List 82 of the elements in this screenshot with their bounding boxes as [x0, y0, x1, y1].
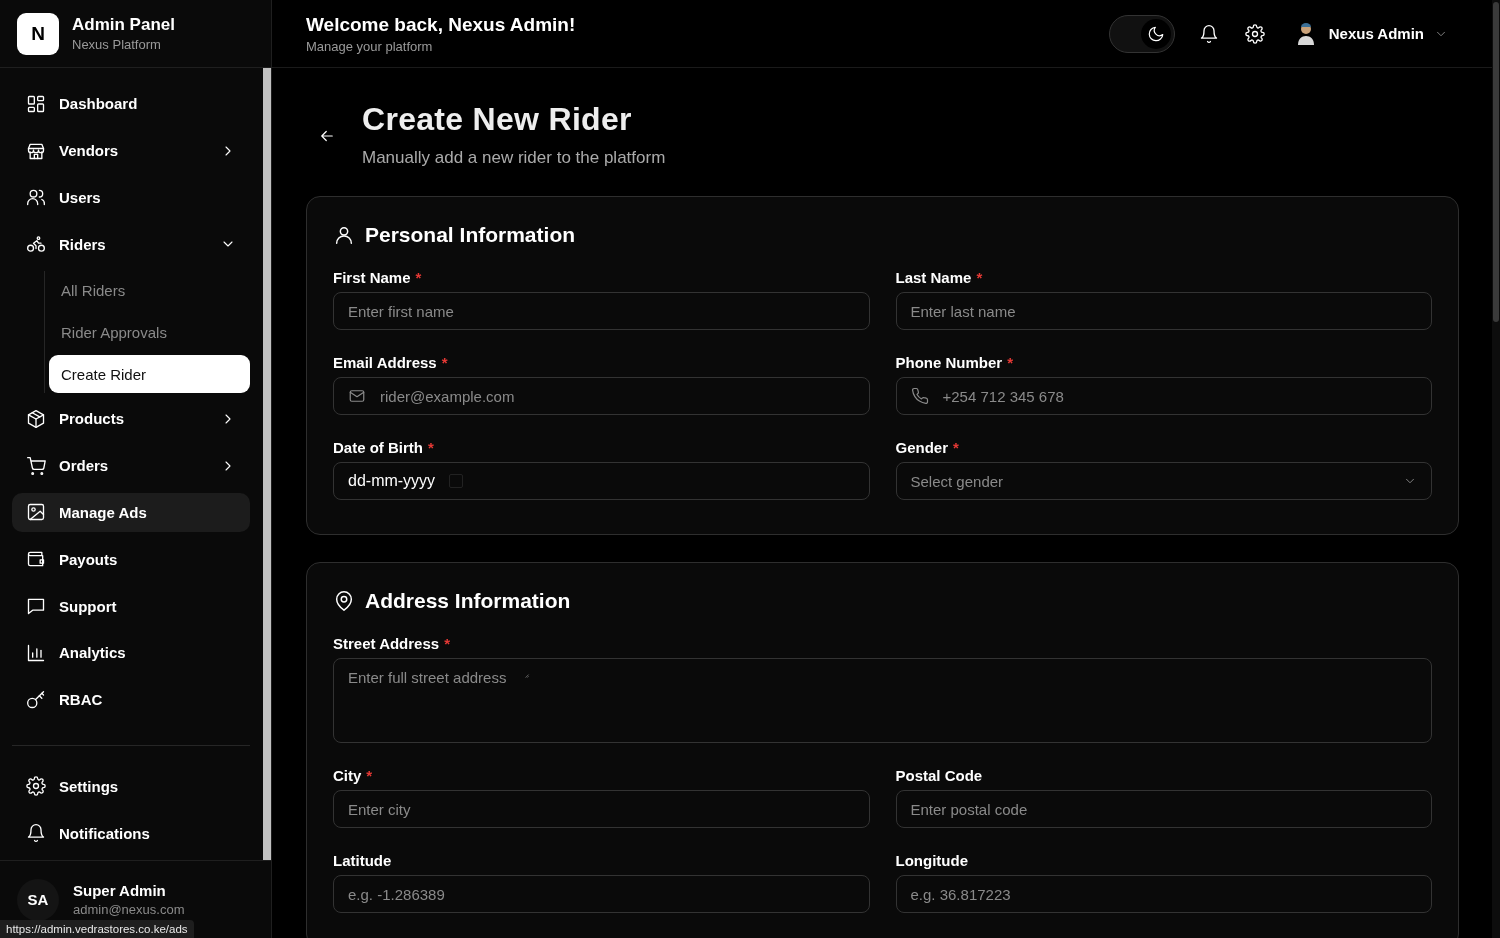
- input-field[interactable]: e.g. 36.817223: [895, 875, 1432, 913]
- map-pin-icon: [333, 590, 355, 612]
- required-asterisk: *: [953, 439, 959, 456]
- bell-icon: [1198, 23, 1219, 44]
- field-label: Phone Number: [895, 354, 1003, 371]
- input-field[interactable]: Enter city: [333, 790, 870, 828]
- dashboard-icon: [26, 93, 46, 114]
- sidebar-item[interactable]: Support: [12, 586, 250, 626]
- brand-title: Admin Panel: [72, 15, 175, 35]
- field-label: Postal Code: [895, 767, 983, 784]
- input-field[interactable]: Enter first name: [333, 292, 870, 330]
- phone-icon: [910, 387, 929, 405]
- field-label: Latitude: [333, 852, 392, 869]
- required-asterisk: *: [366, 767, 373, 784]
- settings-icon: [26, 776, 46, 797]
- sidebar-item[interactable]: Users: [12, 177, 250, 218]
- input-field[interactable]: +254 712 345 678: [895, 377, 1432, 415]
- status-url: https://admin.vedrastores.co.ke/ads: [0, 920, 194, 938]
- theme-toggle[interactable]: [1108, 14, 1175, 53]
- sidebar-item[interactable]: Vendors: [12, 130, 250, 171]
- bicycle-icon: [26, 234, 46, 255]
- sidebar-item[interactable]: Manage Ads: [12, 492, 250, 533]
- page-title: Create New Rider: [362, 101, 633, 138]
- bar-chart-icon: [26, 642, 46, 663]
- cart-icon: [26, 455, 46, 476]
- logo: N: [17, 12, 59, 55]
- field-label: Longitude: [895, 852, 968, 869]
- required-asterisk: *: [1007, 354, 1014, 371]
- input-field[interactable]: Enter last name: [895, 292, 1432, 330]
- sidebar-item[interactable]: Orders: [12, 445, 250, 486]
- sidebar-item[interactable]: Dashboard: [12, 84, 250, 124]
- sidebar-item[interactable]: Payouts: [12, 539, 250, 580]
- scrollbar[interactable]: [1492, 0, 1500, 938]
- avatar: SA: [17, 878, 59, 921]
- required-asterisk: *: [428, 439, 434, 456]
- welcome-subtitle: Manage your platform: [306, 38, 434, 54]
- date-field[interactable]: dd-mm-yyyy: [333, 462, 870, 500]
- user-email: admin@nexus.com: [73, 902, 185, 917]
- bell-icon: [26, 823, 46, 844]
- mail-icon: [348, 387, 366, 405]
- calendar-icon: [449, 474, 464, 488]
- moon-icon: [1146, 24, 1165, 43]
- sidebar-item[interactable]: Analytics: [12, 632, 250, 673]
- user-menu[interactable]: Nexus Admin: [1284, 20, 1456, 47]
- sidebar-subitem[interactable]: Create Rider: [49, 355, 250, 394]
- sidebar-item[interactable]: Products: [12, 399, 250, 439]
- required-asterisk: *: [441, 354, 448, 371]
- chat-icon: [26, 596, 46, 616]
- select-field[interactable]: Select gender: [895, 462, 1432, 500]
- sidebar-item[interactable]: Riders: [12, 224, 250, 265]
- input-field[interactable]: e.g. -1.286389: [333, 875, 870, 913]
- textarea-field[interactable]: Enter full street address: [333, 658, 1432, 743]
- input-field[interactable]: rider@example.com: [333, 377, 870, 415]
- sidebar-item[interactable]: Settings: [12, 766, 250, 807]
- input-field[interactable]: Enter postal code: [895, 790, 1432, 828]
- sidebar-subitem[interactable]: Rider Approvals: [49, 313, 250, 352]
- key-icon: [26, 689, 46, 710]
- required-asterisk: *: [444, 635, 450, 652]
- users-icon: [26, 187, 46, 208]
- sidebar-item[interactable]: RBAC: [12, 679, 250, 720]
- user-icon: [333, 224, 355, 246]
- field-label: First Name: [333, 269, 411, 286]
- field-label: Date of Birth: [333, 439, 423, 456]
- field-label: City: [333, 767, 362, 784]
- brand-subtitle: Nexus Platform: [72, 37, 162, 52]
- field-label: Email Address: [333, 354, 437, 371]
- field-label: Street Address: [333, 635, 440, 652]
- page-subtitle: Manually add a new rider to the platform: [362, 148, 666, 168]
- required-asterisk: *: [415, 269, 422, 286]
- welcome-title: Welcome back, Nexus Admin!: [306, 13, 576, 36]
- section-title: Address Information: [365, 589, 571, 613]
- user-name: Super Admin: [73, 882, 167, 899]
- image-icon: [26, 502, 46, 523]
- scrollbar[interactable]: [263, 68, 271, 860]
- sidebar-item[interactable]: Notifications: [12, 813, 250, 853]
- box-icon: [26, 408, 46, 429]
- section-title: Personal Information: [365, 223, 576, 247]
- field-label: Last Name: [895, 269, 972, 286]
- settings-icon: [1244, 23, 1265, 44]
- sidebar-subitem[interactable]: All Riders: [49, 271, 250, 310]
- field-label: Gender: [895, 439, 948, 456]
- required-asterisk: *: [976, 269, 983, 286]
